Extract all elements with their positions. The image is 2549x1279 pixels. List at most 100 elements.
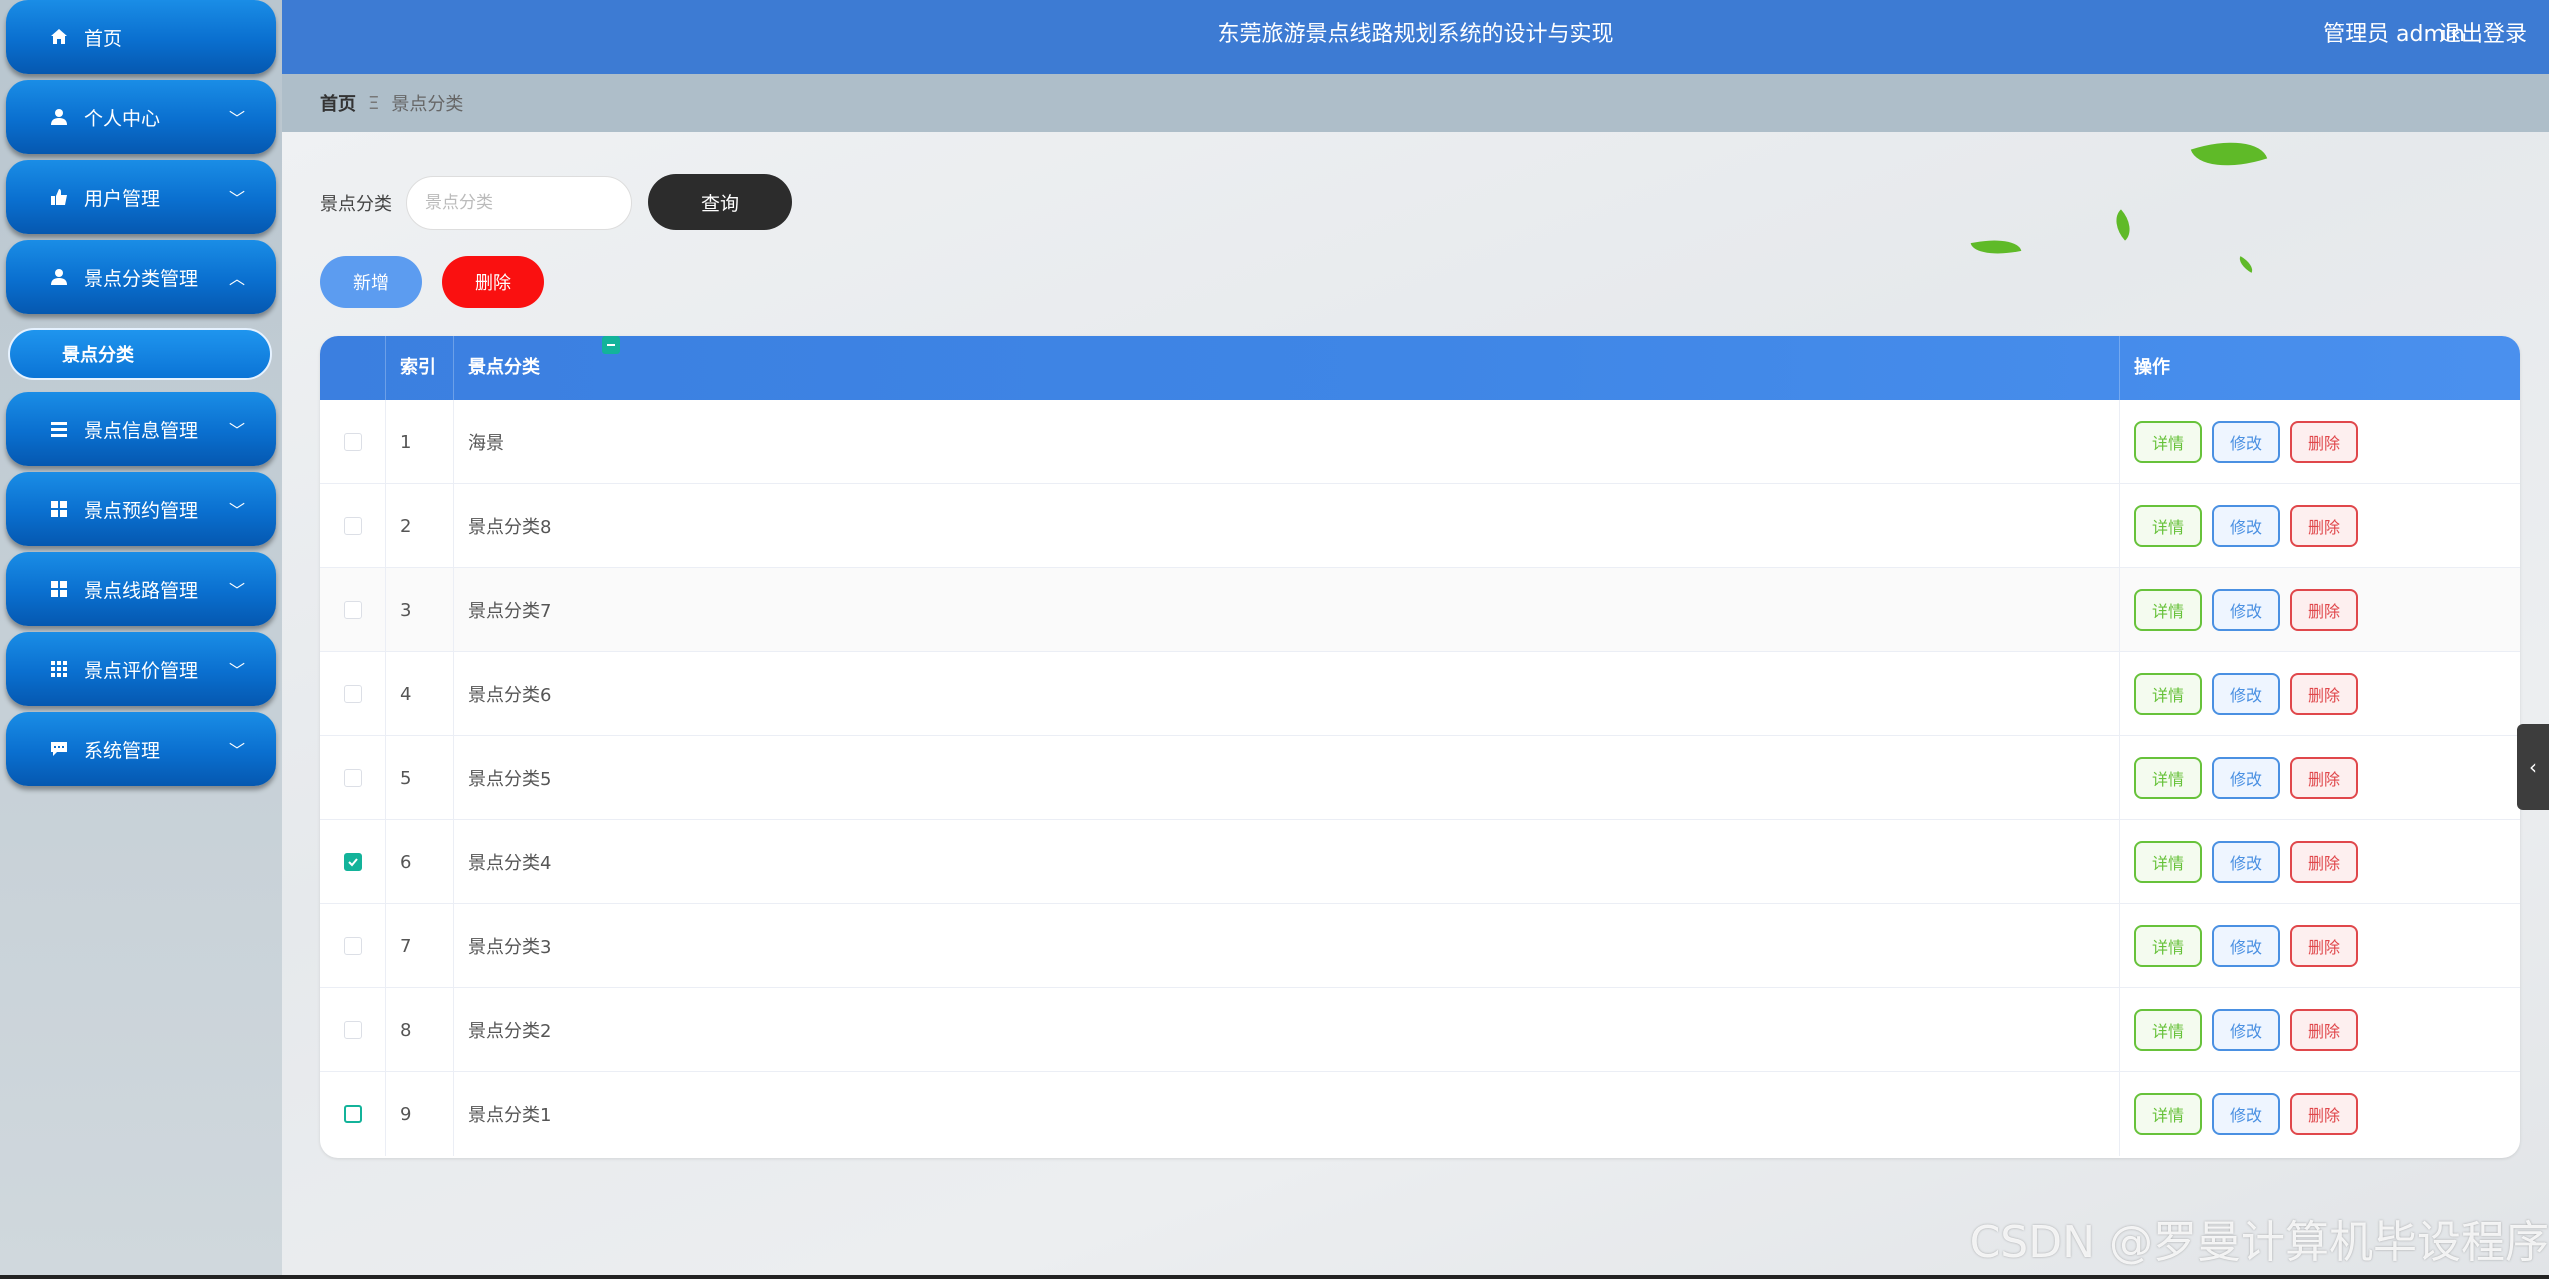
delete-button[interactable]: 删除 [2290, 505, 2358, 547]
main-content: 景点分类 查询 新增 删除 索引 景点分类 操作 1海景详情修改删除2景点分类8… [282, 127, 2549, 1279]
nav-item-label: 景点线路管理 [84, 579, 199, 602]
row-actions: 详情 修改 删除 [2120, 736, 2520, 820]
table-row: 8 景点分类2 详情 修改 删除 [320, 988, 2520, 1072]
row-index: 5 [386, 736, 454, 820]
row-actions: 详情 修改 删除 [2120, 1072, 2520, 1156]
search-input[interactable] [406, 176, 632, 230]
sidebar-subitem-category[interactable]: 景点分类 [8, 328, 272, 380]
edit-button[interactable]: 修改 [2212, 673, 2280, 715]
row-checkbox[interactable] [343, 853, 362, 871]
detail-button[interactable]: 详情 [2134, 841, 2202, 883]
detail-button[interactable]: 详情 [2134, 421, 2202, 463]
category-table: 索引 景点分类 操作 1 海景 详情 修改 删除 2 景点分类8 详情 修改 删除 3 景点分类7 详情… [320, 336, 2520, 1158]
edit-button[interactable]: 修改 [2212, 757, 2280, 799]
breadcrumb-home[interactable]: 首页 [320, 90, 356, 116]
user-icon [48, 266, 70, 288]
breadcrumb: 首页 Ξ 景点分类 [282, 74, 2549, 132]
edit-button[interactable]: 修改 [2212, 1093, 2280, 1135]
row-select-cell [320, 484, 386, 568]
nav-item-label: 景点分类管理 [84, 267, 199, 290]
row-actions: 详情 修改 删除 [2120, 484, 2520, 568]
delete-button[interactable]: 删除 [2290, 1009, 2358, 1051]
detail-button[interactable]: 详情 [2134, 1009, 2202, 1051]
row-checkbox[interactable] [343, 937, 362, 955]
edit-button[interactable]: 修改 [2212, 421, 2280, 463]
row-checkbox[interactable] [343, 601, 362, 619]
nav-item-system[interactable]: 系统管理 ﹀ [6, 712, 276, 786]
row-category: 景点分类6 [454, 652, 2120, 736]
thumb-icon [48, 186, 70, 208]
delete-button[interactable]: 删除 [2290, 757, 2358, 799]
nav-item-review[interactable]: 景点评价管理 ﹀ [6, 632, 276, 706]
grid-icon [48, 498, 70, 520]
row-checkbox[interactable] [343, 685, 362, 703]
row-select-cell [320, 568, 386, 652]
logout-link[interactable]: 退出登录 [2439, 0, 2527, 70]
detail-button[interactable]: 详情 [2134, 1093, 2202, 1135]
edit-button[interactable]: 修改 [2212, 505, 2280, 547]
row-category: 景点分类1 [454, 1072, 2120, 1156]
leaf-decoration [1970, 233, 2022, 261]
column-header-index: 索引 [386, 336, 454, 400]
leaf-decoration [2190, 127, 2268, 181]
delete-button[interactable]: 删除 [2290, 1093, 2358, 1135]
edit-button[interactable]: 修改 [2212, 1009, 2280, 1051]
edit-button[interactable]: 修改 [2212, 841, 2280, 883]
nav-item-category-management[interactable]: 景点分类管理 ︿ [6, 240, 276, 314]
leaf-decoration [2235, 256, 2257, 273]
nav-item-booking[interactable]: 景点预约管理 ﹀ [6, 472, 276, 546]
detail-button[interactable]: 详情 [2134, 757, 2202, 799]
nav-item-users[interactable]: 用户管理 ﹀ [6, 160, 276, 234]
table-row: 7 景点分类3 详情 修改 删除 [320, 904, 2520, 988]
chevron-down-icon: ﹀ [228, 109, 245, 128]
nav-item-label: 用户管理 [84, 187, 161, 210]
edit-button[interactable]: 修改 [2212, 589, 2280, 631]
nav-item-attraction-info[interactable]: 景点信息管理 ﹀ [6, 392, 276, 466]
delete-button[interactable]: 删除 [2290, 841, 2358, 883]
detail-button[interactable]: 详情 [2134, 505, 2202, 547]
top-header: 东莞旅游景点线路规划系统的设计与实现 管理员 admin 退出登录 [282, 0, 2549, 74]
page-title: 东莞旅游景点线路规划系统的设计与实现 [1217, 22, 1614, 47]
table-row: 3 景点分类7 详情 修改 删除 [320, 568, 2520, 652]
row-checkbox[interactable] [343, 517, 362, 535]
chevron-up-icon: ︿ [228, 269, 245, 288]
watermark: CSDN @罗曼计算机毕设程序 [1969, 1217, 2549, 1268]
row-actions: 详情 修改 删除 [2120, 988, 2520, 1072]
row-actions: 详情 修改 删除 [2120, 400, 2520, 484]
row-category: 景点分类2 [454, 988, 2120, 1072]
table-row: 9 景点分类1 详情 修改 删除 [320, 1072, 2520, 1156]
row-checkbox[interactable] [343, 433, 362, 451]
header-select-cell [320, 336, 620, 400]
nav-item-label: 个人中心 [84, 107, 161, 130]
detail-button[interactable]: 详情 [2134, 589, 2202, 631]
row-checkbox[interactable] [343, 1105, 362, 1123]
chevron-down-icon: ﹀ [228, 501, 245, 520]
edit-button[interactable]: 修改 [2212, 925, 2280, 967]
detail-button[interactable]: 详情 [2134, 925, 2202, 967]
detail-button[interactable]: 详情 [2134, 673, 2202, 715]
delete-button[interactable]: 删除 [2290, 421, 2358, 463]
nav-item-label: 系统管理 [84, 739, 161, 762]
row-checkbox[interactable] [343, 1021, 362, 1039]
row-actions: 详情 修改 删除 [2120, 904, 2520, 988]
collapse-tab[interactable]: ‹ [2517, 724, 2549, 810]
row-select-cell [320, 988, 386, 1072]
add-button[interactable]: 新增 [320, 256, 422, 308]
delete-button[interactable]: 删除 [2290, 925, 2358, 967]
delete-button[interactable]: 删除 [2290, 673, 2358, 715]
nav-item-label: 景点评价管理 [84, 659, 199, 682]
row-index: 7 [386, 904, 454, 988]
nav-item-profile[interactable]: 个人中心 ﹀ [6, 80, 276, 154]
row-checkbox[interactable] [343, 769, 362, 787]
delete-button[interactable]: 删除 [2290, 589, 2358, 631]
row-select-cell [320, 904, 386, 988]
row-index: 2 [386, 484, 454, 568]
row-category: 景点分类4 [454, 820, 2120, 904]
query-button[interactable]: 查询 [648, 174, 792, 230]
nav-item-home[interactable]: 首页 [6, 0, 276, 74]
row-category: 景点分类5 [454, 736, 2120, 820]
chevron-left-icon: ‹ [2529, 755, 2537, 779]
row-category: 景点分类7 [454, 568, 2120, 652]
nav-item-route[interactable]: 景点线路管理 ﹀ [6, 552, 276, 626]
bulk-delete-button[interactable]: 删除 [442, 256, 544, 308]
